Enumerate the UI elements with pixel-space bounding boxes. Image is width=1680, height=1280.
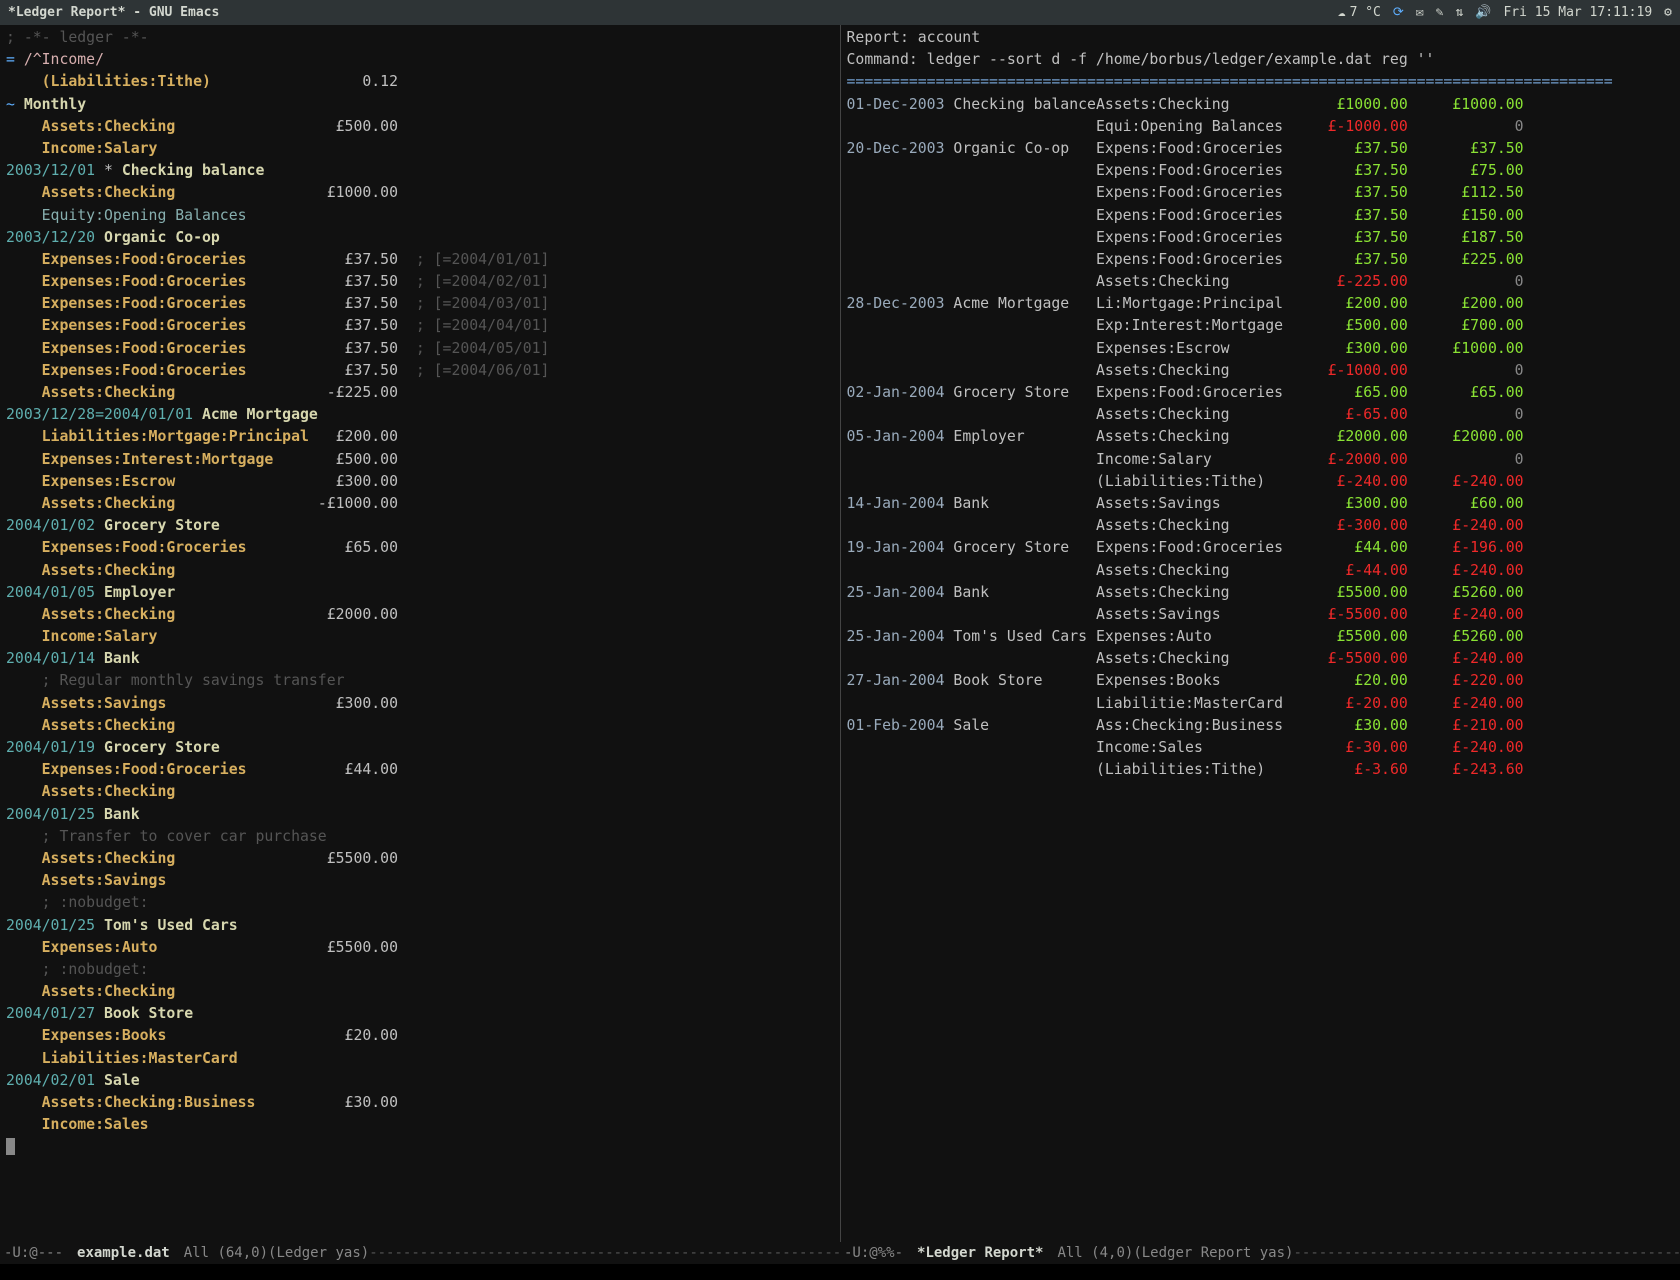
ledger-report-buffer[interactable]: Report: accountCommand: ledger --sort d …	[841, 25, 1680, 1242]
modeline-right: -U:@%%- *Ledger Report* All (4,0) (Ledge…	[840, 1242, 1680, 1264]
mail-icon[interactable]: ✉	[1416, 0, 1424, 25]
window-title: *Ledger Report* - GNU Emacs	[8, 0, 219, 25]
minibuffer[interactable]	[0, 1264, 1680, 1280]
chat-icon[interactable]: ✎	[1436, 0, 1444, 25]
network-icon[interactable]: ⇅	[1455, 0, 1463, 25]
modeline-mode: (Ledger yas)	[268, 1245, 369, 1261]
modeline-buffer-name: example.dat	[77, 1245, 170, 1261]
gear-icon[interactable]: ⚙	[1664, 0, 1672, 25]
desktop-panel: *Ledger Report* - GNU Emacs ☁7 °C ⟳ ✉ ✎ …	[0, 0, 1680, 25]
ledger-source-buffer[interactable]: ; -*- ledger -*-= /^Income/ (Liabilities…	[0, 25, 841, 1242]
modeline-flags: -U:@---	[4, 1245, 63, 1261]
modeline-fill: ----------------------------------------…	[369, 1245, 840, 1261]
modeline-position: All (64,0)	[184, 1245, 268, 1261]
modeline-mode: (Ledger Report yas)	[1133, 1245, 1293, 1261]
modeline-row: -U:@--- example.dat All (64,0) (Ledger y…	[0, 1242, 1680, 1264]
modeline-fill: ----------------------------------------…	[1293, 1245, 1680, 1261]
panel-tray: ☁7 °C ⟳ ✉ ✎ ⇅ 🔊 Fri 15 Mar 17:11:19 ⚙	[1338, 0, 1672, 25]
weather-indicator[interactable]: ☁7 °C	[1338, 0, 1381, 25]
emacs-frame: ; -*- ledger -*-= /^Income/ (Liabilities…	[0, 25, 1680, 1242]
modeline-left: -U:@--- example.dat All (64,0) (Ledger y…	[0, 1242, 840, 1264]
clock[interactable]: Fri 15 Mar 17:11:19	[1503, 0, 1652, 25]
modeline-flags: -U:@%%-	[844, 1245, 903, 1261]
modeline-position: All (4,0)	[1057, 1245, 1133, 1261]
refresh-icon[interactable]: ⟳	[1393, 0, 1404, 25]
modeline-buffer-name: *Ledger Report*	[917, 1245, 1043, 1261]
volume-icon[interactable]: 🔊	[1475, 0, 1491, 25]
